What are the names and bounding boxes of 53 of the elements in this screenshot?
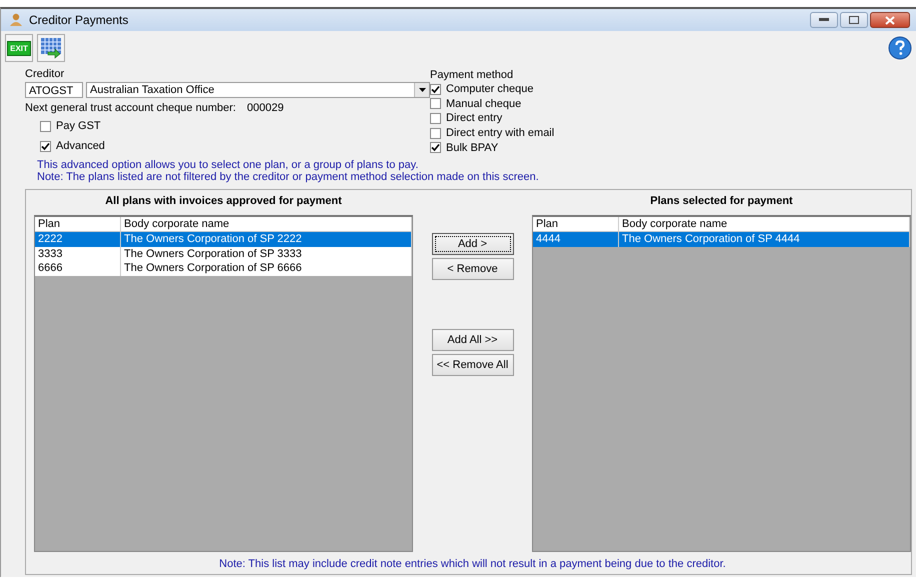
cheque-label: Next general trust account cheque number: (25, 101, 237, 115)
method-label: Bulk BPAY (446, 142, 498, 154)
help-icon[interactable] (888, 36, 912, 60)
plan-row[interactable]: 3333 The Owners Corporation of SP 3333 (35, 246, 412, 261)
payment-method-label: Payment method (430, 68, 514, 82)
info-text: Note: The plans listed are not filtered by the creditor or payment method selection made on this screen. (37, 171, 540, 183)
checkbox[interactable] (430, 98, 441, 110)
move-button[interactable]: Add > (432, 233, 514, 255)
minimize-icon (819, 18, 829, 22)
move-button[interactable]: < Remove (432, 258, 514, 280)
method-label: Computer cheque (446, 83, 534, 96)
creditor-code-field[interactable]: ATOGST (25, 82, 83, 98)
method-label: Direct entry (446, 112, 502, 124)
plan-row[interactable]: 2222 The Owners Corporation of SP 2222 (35, 232, 412, 246)
column-header[interactable]: Plan (35, 217, 121, 231)
checkbox[interactable] (430, 84, 441, 95)
checkbox[interactable] (40, 120, 51, 132)
option-label: Pay GST (56, 120, 101, 132)
plan-list[interactable]: Plan Body corporate name 2222 The Owners Corporation of SP 2222 3333 The Owners Corporation of SP 3333 6666 The Owners Corporation of SP 6666 (34, 215, 413, 552)
creditor-label: Creditor (25, 67, 66, 81)
method-label: Direct entry with email (446, 127, 554, 140)
plan-cell: 6666 (35, 261, 121, 276)
move-button[interactable]: << Remove All (432, 354, 514, 376)
move-button[interactable]: Add All >> (432, 329, 514, 351)
person-icon (9, 13, 23, 27)
caret-icon (418, 88, 426, 92)
close-button[interactable] (870, 12, 910, 28)
name-cell: The Owners Corporation of SP 4444 (619, 232, 910, 246)
column-header[interactable]: Body corporate name (619, 217, 910, 231)
checkbox[interactable] (430, 142, 441, 154)
footer-note: Note: This list may include credit note entries which will not result in a payment being due to the creditor. (218, 557, 727, 572)
info-text: This advanced option allows you to select one plan, or a group of plans to pay. (37, 159, 420, 171)
checkbox[interactable] (40, 140, 51, 152)
column-header[interactable]: Body corporate name (121, 217, 412, 231)
plan-list[interactable]: Plan Body corporate name 4444 The Owners Corporation of SP 4444 (532, 215, 911, 552)
panel-title: All plans with invoices approved for payment (104, 194, 343, 209)
column-header[interactable]: Plan (533, 217, 619, 231)
plan-cell: 4444 (533, 232, 619, 246)
close-icon (885, 16, 895, 24)
method-label: Manual cheque (446, 98, 522, 110)
panel-title: Plans selected for payment (649, 194, 794, 209)
plan-row[interactable]: 4444 The Owners Corporation of SP 4444 (533, 232, 910, 246)
checkbox[interactable] (430, 112, 441, 124)
creditor-dropdown[interactable]: Australian Taxation Office (86, 82, 430, 98)
maximize-icon (849, 16, 859, 24)
maximize-button[interactable] (840, 12, 868, 28)
window-title: Creditor Payments (29, 13, 130, 27)
checkbox[interactable] (430, 128, 441, 139)
plan-row[interactable]: 6666 The Owners Corporation of SP 6666 (35, 261, 412, 276)
minimize-button[interactable] (810, 12, 838, 28)
option-label: Advanced (56, 140, 105, 152)
name-cell: The Owners Corporation of SP 6666 (121, 261, 412, 276)
cheque-number: 000029 (247, 101, 284, 115)
